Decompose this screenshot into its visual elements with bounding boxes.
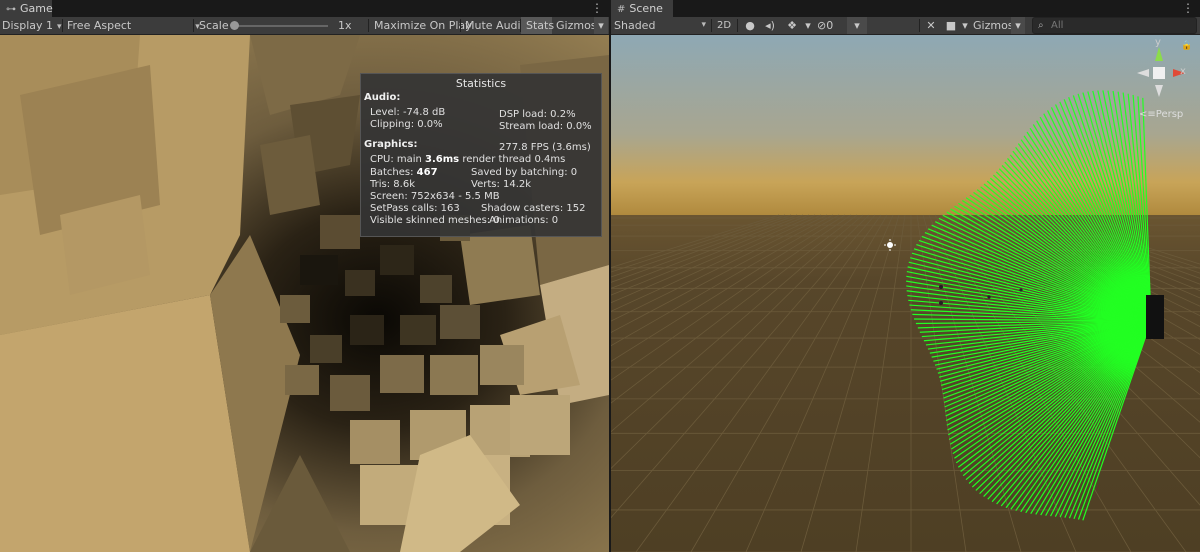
audio-level: Level: -74.8 dB xyxy=(370,107,446,118)
scene-view-panel: # Scene ⋮ Shaded ▾ 2D ● ◂) ❖ ▾ ⊘0 ▾ ✕ ■ ▾ … xyxy=(611,0,1200,552)
grid-dropdown[interactable]: ▾ xyxy=(847,17,867,34)
ray-origin-object[interactable] xyxy=(1146,295,1164,339)
display-dropdown[interactable]: Display 1 xyxy=(2,17,62,34)
dsp-load: DSP load: 0.2% xyxy=(499,109,576,120)
statistics-title: Statistics xyxy=(455,77,507,90)
projection-toggle[interactable]: <≡Persp xyxy=(1139,109,1183,120)
effects-dropdown-arrow[interactable]: ▾ xyxy=(803,17,813,34)
fps-readout: 277.8 FPS (3.6ms) xyxy=(499,142,591,153)
tris: Tris: 8.6k xyxy=(370,179,415,190)
gizmo-x-label: x xyxy=(1180,66,1186,77)
statistics-overlay: Statistics Audio: Level: -74.8 dB DSP lo… xyxy=(360,73,602,237)
scene-tab-menu-icon[interactable]: ⋮ xyxy=(1182,0,1194,17)
scale-slider[interactable] xyxy=(230,17,330,34)
shading-mode-dropdown[interactable]: Shaded ▾ xyxy=(614,17,706,34)
visible-skinned-meshes: Visible skinned meshes: 0 xyxy=(370,215,500,226)
screen-info: Screen: 752x634 - 5.5 MB xyxy=(370,191,500,202)
hidden-objects-toggle[interactable]: ⊘0 xyxy=(817,17,833,34)
stream-load: Stream load: 0.0% xyxy=(499,121,592,132)
persp-icon: <≡ xyxy=(1139,109,1156,120)
lighting-toggle-icon[interactable]: ● xyxy=(741,17,759,34)
shadow-casters: Shadow casters: 152 xyxy=(481,203,586,214)
orientation-gizmo[interactable]: y x <≡Persp xyxy=(1129,37,1189,127)
scale-value: 1x xyxy=(338,19,352,32)
scene-render xyxy=(611,35,1200,552)
audio-clipping: Clipping: 0.0% xyxy=(370,119,443,130)
camera-icon[interactable]: ■ xyxy=(944,17,958,34)
gizmo-y-label: y xyxy=(1155,37,1161,48)
stats-button[interactable]: Stats xyxy=(521,17,554,34)
camera-dropdown-arrow[interactable]: ▾ xyxy=(960,17,970,34)
scene-search-input[interactable]: ⌕ All xyxy=(1032,17,1197,34)
scene-tab-bar: # Scene ⋮ xyxy=(611,0,1200,17)
grid-icon: # xyxy=(617,4,626,15)
game-viewport[interactable]: Statistics Audio: Level: -74.8 dB DSP lo… xyxy=(0,35,609,552)
batches: Batches: 467 xyxy=(370,167,438,178)
game-tab-menu-icon[interactable]: ⋮ xyxy=(591,0,603,17)
search-icon: ⌕ xyxy=(1038,20,1044,31)
maximize-on-play-button[interactable]: Maximize On Play xyxy=(374,17,472,34)
audio-toggle-icon[interactable]: ◂) xyxy=(763,17,777,34)
mute-audio-button[interactable]: Mute Audio xyxy=(465,17,527,34)
saved-by-batching: Saved by batching: 0 xyxy=(471,167,578,178)
gamepad-icon: ⊶ xyxy=(6,4,16,15)
scene-gizmos-dropdown-arrow[interactable]: ▾ xyxy=(1011,17,1025,34)
eye-slash-icon: ⊘ xyxy=(817,19,827,32)
scale-slider-thumb[interactable] xyxy=(230,21,239,30)
setpass-calls: SetPass calls: 163 xyxy=(370,203,460,214)
graphics-heading: Graphics: xyxy=(364,139,418,150)
audio-heading: Audio: xyxy=(364,92,401,103)
game-tab-bar: ⊶ Game ⋮ xyxy=(0,0,609,17)
scale-label: Scale xyxy=(199,19,229,32)
gizmos-dropdown-arrow[interactable]: ▾ xyxy=(594,17,608,34)
2d-mode-toggle[interactable]: 2D xyxy=(717,17,731,34)
aspect-dropdown[interactable]: Free Aspect xyxy=(67,17,200,34)
game-view-panel: ⊶Game ⋮ Display 1 Free Aspect Scale 1x M… xyxy=(0,0,609,552)
scene-toolbar: Shaded ▾ 2D ● ◂) ❖ ▾ ⊘0 ▾ ✕ ■ ▾ Gizmos ▾ … xyxy=(611,17,1200,35)
effects-toggle-icon[interactable]: ❖ xyxy=(783,17,801,34)
tools-icon[interactable]: ✕ xyxy=(923,17,939,34)
animations: Animations: 0 xyxy=(489,215,559,226)
cpu-timing: CPU: main 3.6ms render thread 0.4ms xyxy=(370,154,566,165)
verts: Verts: 14.2k xyxy=(471,179,532,190)
scene-viewport[interactable]: y x <≡Persp 🔒 xyxy=(611,35,1200,552)
tab-game[interactable]: ⊶ Game xyxy=(0,0,53,17)
tab-scene[interactable]: # Scene xyxy=(611,0,673,17)
game-toolbar: Display 1 Free Aspect Scale 1x Maximize … xyxy=(0,17,609,35)
gizmo-lock-icon[interactable]: 🔒 xyxy=(1181,41,1192,51)
gizmos-button[interactable]: Gizmos xyxy=(556,17,597,34)
scene-gizmos-button[interactable]: Gizmos xyxy=(973,17,1014,34)
